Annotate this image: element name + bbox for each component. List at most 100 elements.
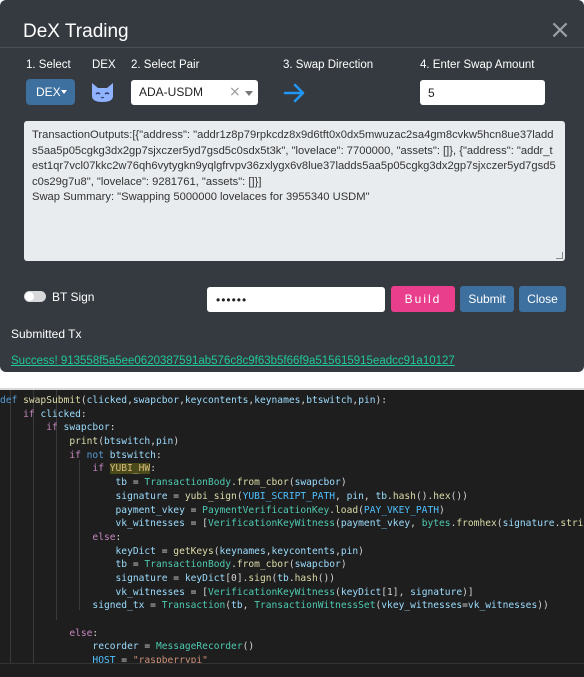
- code-token: hash: [392, 490, 416, 502]
- code-token: [0].: [225, 572, 249, 584]
- code-token: tb: [115, 559, 128, 571]
- code-token: = [: [184, 518, 208, 530]
- pair-select-value: ADA-USDM: [139, 85, 204, 99]
- code-token: Transaction: [161, 600, 226, 612]
- code-token: bytes: [421, 518, 451, 530]
- code-token: clicked: [40, 408, 81, 420]
- code-line: vk_witnesses = [VerificationKeyWitness(p…: [0, 517, 584, 531]
- code-token: =: [127, 477, 145, 489]
- code-token: if: [69, 449, 87, 461]
- code-token: else: [92, 531, 116, 543]
- code-token: keynames: [219, 545, 266, 557]
- close-button[interactable]: Close: [519, 286, 566, 312]
- code-token: keyDict: [184, 572, 226, 584]
- code-token: vk_witnesses: [115, 586, 185, 598]
- code-token: ,: [335, 490, 347, 502]
- code-editor[interactable]: def swapSubmit(clicked,swapcbor,keyconte…: [0, 388, 584, 677]
- build-button[interactable]: Build: [391, 286, 455, 312]
- code-token: btswitch: [103, 436, 151, 448]
- code-token: :: [115, 531, 122, 543]
- code-token: hex: [433, 490, 451, 502]
- code-token: sign: [248, 572, 272, 584]
- code-token: payment_vkey: [115, 504, 185, 516]
- code-token: yubi_sign: [184, 490, 237, 502]
- success-tx-link[interactable]: Success! 913558f5a5ee0620387591ab576c8c9…: [11, 354, 455, 368]
- clear-icon[interactable]: ×: [229, 80, 241, 105]
- code-token: from_cbor: [236, 559, 289, 571]
- submitted-tx-label: Submitted Tx: [11, 327, 82, 341]
- code-token: not: [86, 449, 110, 461]
- code-token: swapcbor: [63, 422, 110, 434]
- code-token: ): [439, 504, 445, 516]
- code-token: ): [340, 559, 347, 571]
- code-token: swapcbor: [132, 395, 180, 406]
- code-token: keycontents: [184, 395, 249, 406]
- code-token: pin: [358, 395, 376, 406]
- code-token: YUBI_SCRIPT_PATH: [242, 490, 336, 502]
- code-line: payment_vkey = PaymentVerificationKey.lo…: [0, 504, 584, 518]
- code-token: keyDict: [340, 586, 382, 598]
- code-token: strip: [560, 518, 584, 530]
- cat-logo-icon: [92, 83, 113, 102]
- code-token: = [: [184, 586, 208, 598]
- code-token: tb: [277, 572, 289, 584]
- code-line: else:: [0, 531, 584, 545]
- code-line: tb = TransactionBody.from_cbor(swapcbor): [0, 558, 584, 572]
- code-token: tb: [115, 477, 128, 489]
- resize-handle[interactable]: [556, 252, 563, 259]
- transaction-output-text: TransactionOutputs:[{"address": "addr1z8…: [32, 129, 556, 204]
- code-token: TransactionWitnessSet: [254, 600, 376, 612]
- code-token: keycontents: [271, 545, 336, 557]
- code-token: PaymentVerificationKey: [202, 504, 330, 516]
- chevron-down-icon[interactable]: [245, 91, 253, 96]
- code-token: PAY_VKEY_PATH: [363, 504, 440, 516]
- bt-sign-toggle[interactable]: [24, 291, 46, 302]
- arrow-right-icon[interactable]: [283, 83, 307, 103]
- code-token: MessageRecorder: [155, 641, 243, 653]
- dex-dropdown-button[interactable]: DEX: [26, 79, 75, 105]
- code-token: swapcbor: [294, 559, 341, 571]
- code-token: swapSubmit: [23, 395, 81, 406]
- submit-button[interactable]: Submit: [460, 286, 514, 312]
- code-line: vk_witnesses = [VerificationKeyWitness(k…: [0, 586, 584, 600]
- pin-input[interactable]: [207, 287, 385, 312]
- modal-header: DeX Trading ×: [0, 0, 584, 48]
- pair-select[interactable]: ADA-USDM ×: [131, 80, 258, 105]
- code-token: if: [23, 408, 41, 420]
- code-line: keyDict = getKeys(keynames,keycontents,p…: [0, 545, 584, 559]
- code-token: swapcbor: [294, 477, 341, 489]
- code-token: signature: [115, 572, 168, 584]
- code-token: getKeys: [173, 545, 214, 557]
- code-token: VerificationKeyWitness: [207, 586, 336, 598]
- code-token: fromhex: [456, 518, 497, 530]
- step-pair-label: 2. Select Pair: [131, 59, 200, 71]
- code-token: TransactionBody: [144, 559, 232, 571]
- code-token: signed_tx: [92, 600, 145, 612]
- code-token: ):: [375, 395, 388, 406]
- code-token: btswitch: [109, 449, 156, 461]
- code-line: print(btswitch,pin): [0, 435, 584, 449]
- code-token: recorder: [92, 641, 139, 653]
- dex-dropdown-label: DEX: [36, 85, 61, 99]
- code-token: ()): [450, 490, 468, 502]
- transaction-output-textarea[interactable]: TransactionOutputs:[{"address": "addr1z8…: [24, 121, 565, 261]
- code-token: vk_witnesses: [115, 518, 185, 530]
- code-line: else:: [0, 627, 584, 641]
- close-icon[interactable]: ×: [549, 17, 571, 43]
- code-token: ,: [242, 600, 255, 612]
- code-line: if not btswitch:: [0, 449, 584, 463]
- code-line: tb = TransactionBody.from_cbor(swapcbor): [0, 476, 584, 490]
- swap-amount-input[interactable]: [420, 80, 545, 105]
